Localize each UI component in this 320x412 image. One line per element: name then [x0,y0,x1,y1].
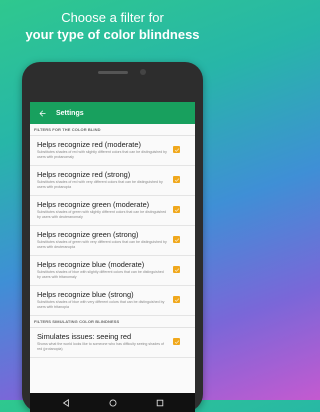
checkbox[interactable] [173,236,180,243]
nav-recents-icon[interactable] [154,397,165,408]
checkbox[interactable] [173,266,180,273]
list-item[interactable]: Helps recognize blue (moderate) Substitu… [30,256,195,286]
checkbox[interactable] [173,206,180,213]
item-description: Substitutes shades of red with very diff… [37,180,163,189]
list-item[interactable]: Helps recognize green (strong) Substitut… [30,226,195,256]
item-title: Helps recognize blue (strong) [37,290,134,299]
list-item[interactable]: Helps recognize red (strong) Substitutes… [30,166,195,196]
app-bar: Settings [30,102,195,124]
list-item[interactable]: Helps recognize red (moderate) Substitut… [30,136,195,166]
checkbox[interactable] [173,146,180,153]
list-item[interactable]: Helps recognize blue (strong) Substitute… [30,286,195,316]
nav-back-icon[interactable] [60,397,71,408]
checkbox[interactable] [173,296,180,303]
phone-screen: Settings FILTERS FOR THE COLOR BLIND Hel… [30,102,195,412]
item-description: Substitutes shades of blue with slightly… [37,270,164,279]
item-description: Substitutes shades of green with slightl… [37,210,167,219]
item-description: Shows what the world looks like to someo… [37,342,164,351]
item-title: Helps recognize red (moderate) [37,140,141,149]
list-item[interactable]: Helps recognize green (moderate) Substit… [30,196,195,226]
page-title: Settings [56,109,84,117]
nav-home-icon[interactable] [107,397,118,408]
item-description: Substitutes shades of red with slightly … [37,150,167,159]
headline-line-2: your type of color blindness [25,27,200,42]
speaker-grille [98,71,128,74]
item-title: Helps recognize red (strong) [37,170,131,179]
phone-frame: Settings FILTERS FOR THE COLOR BLIND Hel… [22,62,203,412]
section-header-filters-for-color-blind: FILTERS FOR THE COLOR BLIND [30,124,195,136]
item-title: Simulates issues: seeing red [37,332,132,341]
item-title: Helps recognize blue (moderate) [37,260,145,269]
system-nav-bar [30,393,195,412]
arrow-back-icon[interactable] [34,105,50,121]
section-header-filters-simulating: FILTERS SIMULATING COLOR BLINDNESS [30,316,195,328]
item-description: Substitutes shades of blue with very dif… [37,300,165,309]
item-title: Helps recognize green (moderate) [37,200,150,209]
checkbox[interactable] [173,338,180,345]
headline: Choose a filter for your type of color b… [0,10,225,43]
front-camera [140,69,146,75]
list-item[interactable]: Simulates issues: seeing red Shows what … [30,328,195,358]
item-description: Substitutes shades of green with very di… [37,240,167,249]
checkbox[interactable] [173,176,180,183]
headline-line-1: Choose a filter for [61,10,164,25]
item-title: Helps recognize green (strong) [37,230,139,239]
